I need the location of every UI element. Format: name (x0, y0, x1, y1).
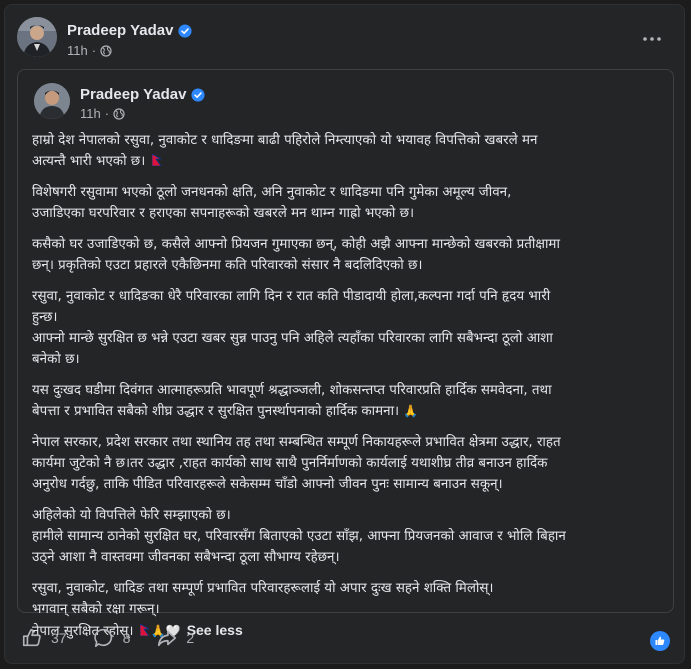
globe-icon (100, 44, 112, 57)
like-count: 37 (51, 630, 67, 646)
text-line: कसैको घर उजाडिएको छ, कसैले आफ्नो प्रियजन… (32, 237, 560, 252)
comment-button[interactable]: 8 (93, 627, 131, 649)
action-bar: 37 8 2 (21, 627, 194, 649)
paragraph-6: नेपाल सरकार, प्रदेश सरकार तथा स्थानिय तह… (32, 432, 662, 495)
text-line: कार्यमा जुटेको नै छ।तर उद्धार ,राहत कार्… (32, 456, 548, 471)
text-line: हामीले सामान्य ठानेको सुरक्षित घर, परिवा… (32, 529, 566, 544)
post-card: Pradeep Yadav 11h · Pradeep Yadav 11h · … (4, 4, 685, 664)
reaction-like-icon[interactable] (650, 631, 670, 651)
text-line: उठ्ने आशा नै वास्तवमा जीवनका सबैभन्दा ठू… (32, 550, 340, 565)
comment-count: 8 (122, 630, 131, 646)
text-line: हुन्छ। (32, 310, 58, 325)
paragraph-2: विशेषगरी रसुवामा भएको ठूलो जनधनको क्षति,… (32, 182, 662, 224)
folded-hands-icon: 🙏 (403, 404, 419, 418)
text-line: नेपाल सरकार, प्रदेश सरकार तथा स्थानिय तह… (32, 435, 561, 450)
share-icon (158, 630, 177, 647)
verified-badge-icon (178, 23, 193, 38)
author-name[interactable]: Pradeep Yadav (67, 22, 173, 39)
author-row: Pradeep Yadav (67, 22, 193, 39)
text-line: अत्यन्तै भारी भएको छ। (32, 151, 662, 172)
text-line: अहिलेको यो विपत्तिले फेरि सम्झाएको छ। (32, 508, 231, 523)
shared-author-name[interactable]: Pradeep Yadav (80, 86, 186, 103)
nepal-flag-icon (151, 154, 161, 166)
paragraph-4: रसुवा, नुवाकोट र धादिङका धेरै परिवारका ल… (32, 286, 662, 370)
globe-icon (113, 107, 125, 120)
text-line: रसुवा, नुवाकोट र धादिङका धेरै परिवारका ल… (32, 289, 551, 304)
shared-post[interactable]: Pradeep Yadav 11h · हाम्रो देश नेपालको र… (17, 69, 674, 639)
post-time[interactable]: 11h (67, 43, 88, 58)
text-line: हाम्रो देश नेपालको रसुवा, नुवाकोट र धादि… (32, 133, 538, 148)
share-button[interactable]: 2 (156, 627, 194, 649)
text-line: यस दुःखद घडीमा दिवंगत आत्माहरूप्रति भावप… (32, 383, 552, 398)
text-line: बेपत्ता र प्रभावित सबैको शीघ्र उद्धार र … (32, 401, 662, 422)
like-button[interactable]: 37 (21, 627, 67, 649)
shared-author-avatar[interactable] (34, 83, 70, 119)
paragraph-5: यस दुःखद घडीमा दिवंगत आत्माहरूप्रति भावप… (32, 380, 662, 422)
comment-icon (93, 628, 112, 648)
shared-post-time[interactable]: 11h (80, 106, 101, 121)
text-line: बनेको छ। (32, 352, 80, 367)
ellipsis-icon[interactable] (640, 29, 664, 49)
post-meta: 11h · (67, 43, 112, 58)
text-line: रसुवा, नुवाकोट, धादिङ तथा सम्पूर्ण प्रभा… (32, 581, 494, 596)
verified-badge-icon (191, 87, 206, 102)
see-less-link[interactable]: See less (187, 622, 243, 638)
author-avatar[interactable] (17, 17, 57, 57)
like-icon (22, 628, 41, 647)
paragraph-7: अहिलेको यो विपत्तिले फेरि सम्झाएको छ। हा… (32, 505, 662, 568)
post-body: हाम्रो देश नेपालको रसुवा, नुवाकोट र धादि… (32, 130, 662, 652)
paragraph-1: हाम्रो देश नेपालको रसुवा, नुवाकोट र धादि… (32, 130, 662, 172)
text-line: भगवान् सबैको रक्षा गरून्। (32, 602, 160, 617)
shared-post-meta: 11h · (80, 106, 125, 121)
text-line: अनुरोध गर्दछु, ताकि पीडित परिवारहरूले सक… (32, 477, 503, 492)
paragraph-3: कसैको घर उजाडिएको छ, कसैले आफ्नो प्रियजन… (32, 234, 662, 276)
shared-author-row: Pradeep Yadav (80, 86, 206, 103)
share-count: 2 (186, 630, 195, 646)
text-line: छन्। प्रकृतिको एउटा प्रहारले एकैछिनमा कत… (32, 258, 423, 273)
text-line: आफ्नो मान्छे सुरक्षित छ भन्ने एउटा खबर स… (32, 331, 553, 346)
text-line: विशेषगरी रसुवामा भएको ठूलो जनधनको क्षति,… (32, 185, 512, 200)
text-line: उजाडिएका घरपरिवार र हराएका सपनाहरूको खबर… (32, 206, 415, 221)
